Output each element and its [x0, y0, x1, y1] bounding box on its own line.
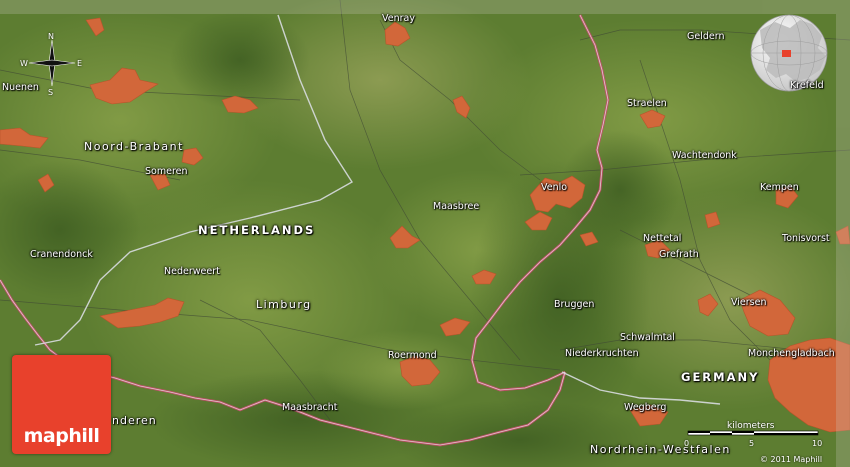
country-netherlands: NETHERLANDS	[198, 223, 316, 237]
place-bruggen: Bruggen	[554, 299, 595, 310]
place-maasbree: Maasbree	[433, 201, 480, 212]
satellite-map[interactable]	[0, 0, 850, 467]
compass-south: S	[48, 88, 54, 97]
place-tonisvorst: Tonisvorst	[782, 233, 830, 244]
compass-north: N	[48, 32, 54, 41]
place-nuenen: Nuenen	[2, 82, 39, 93]
place-cranendonck: Cranendonck	[30, 249, 93, 260]
place-venray: Venray	[382, 13, 415, 24]
place-grefrath: Grefrath	[659, 249, 699, 260]
scale-tick-5: 5	[749, 439, 755, 448]
compass-east: E	[77, 59, 83, 68]
place-geldern: Geldern	[687, 31, 725, 42]
place-someren: Someren	[145, 166, 188, 177]
country-germany: GERMANY	[681, 370, 760, 384]
place-wegberg: Wegberg	[624, 402, 667, 413]
place-kempen: Kempen	[760, 182, 799, 193]
place-venlo: Venlo	[541, 182, 568, 193]
place-maasbracht: Maasbracht	[282, 402, 338, 413]
maphill-logo[interactable]: maphill	[12, 355, 111, 454]
place-nederweert: Nederweert	[164, 266, 220, 277]
scale-tick-0: 0	[684, 439, 690, 448]
place-straelen: Straelen	[627, 98, 667, 109]
logo-text: maphill	[23, 425, 100, 447]
copyright-notice: © 2011 Maphill	[760, 455, 823, 464]
region-noord-brabant: Noord-Brabant	[84, 140, 184, 153]
place-niederkruchten: Niederkruchten	[565, 348, 639, 359]
place-wachtendonk: Wachtendonk	[672, 150, 737, 161]
region-limburg: Limburg	[256, 298, 312, 311]
place-krefeld: Krefeld	[790, 80, 824, 91]
place-viersen: Viersen	[731, 297, 767, 308]
place-nettetal: Nettetal	[643, 233, 682, 244]
scale-tick-10: 10	[812, 439, 823, 448]
place-monchengladbach: Monchengladbach	[748, 348, 835, 359]
place-roermond: Roermond	[388, 350, 437, 361]
place-schwalmtal: Schwalmtal	[620, 332, 675, 343]
place-enderen-partial: nderen	[112, 414, 157, 427]
compass-west: W	[20, 59, 28, 68]
